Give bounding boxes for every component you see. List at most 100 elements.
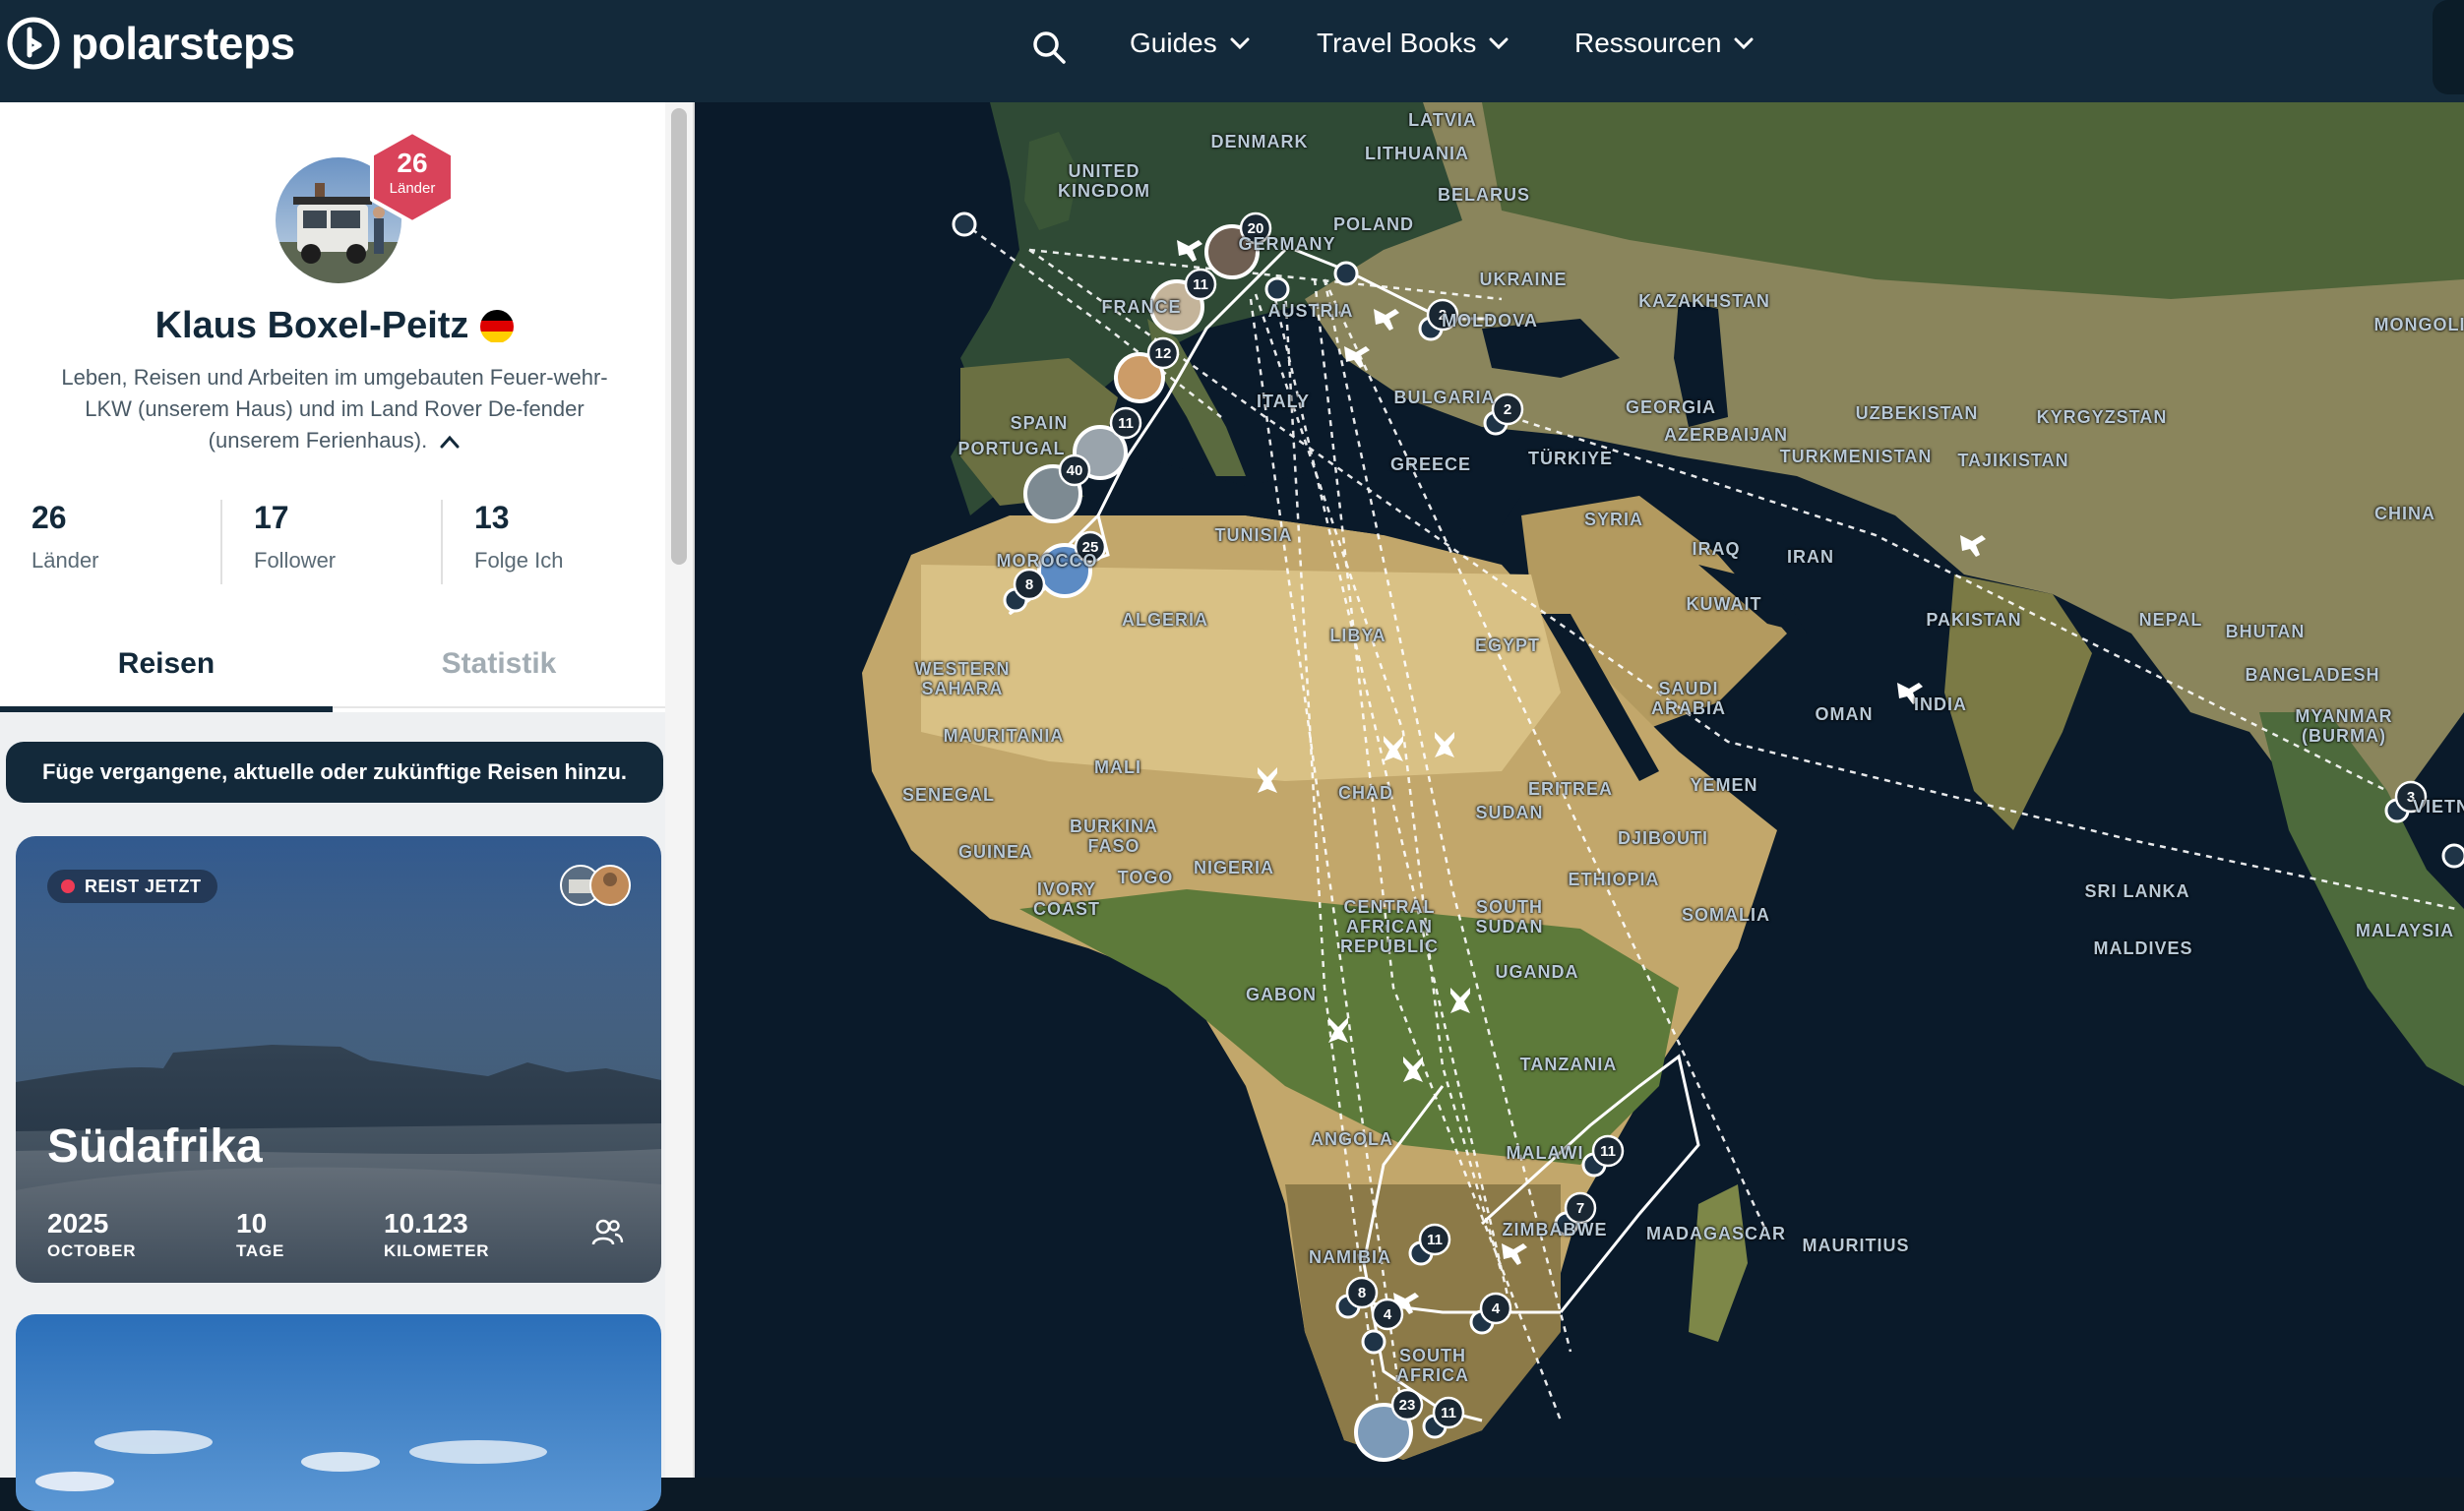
map-country-label: VIETNAM <box>2413 797 2464 816</box>
germany-flag-icon <box>480 310 514 343</box>
map-country-label: KAZAKHSTAN <box>1638 291 1770 311</box>
chevron-up-icon[interactable] <box>439 434 461 450</box>
nav-guides-label: Guides <box>1130 28 1217 59</box>
add-trip-button[interactable]: Füge vergangene, aktuelle oder zukünftig… <box>6 742 663 803</box>
map-country-label: NEPAL <box>2139 610 2203 630</box>
map-country-label: MAURITIUS <box>1803 1236 1910 1255</box>
trip-stat-distance-value: 10.123 <box>384 1208 489 1239</box>
map-country-label: SUDAN <box>1475 803 1543 822</box>
map-country-label: OMAN <box>1816 704 1874 724</box>
nav-ressourcen[interactable]: Ressourcen <box>1574 28 1755 59</box>
count-badge-label: 4 <box>1384 1306 1392 1323</box>
sidebar-scrollbar-thumb[interactable] <box>671 108 687 565</box>
count-badge-label: 11 <box>1600 1143 1616 1160</box>
map-country-label: WESTERNSAHARA <box>915 659 1011 698</box>
count-badge-label: 8 <box>1025 576 1033 593</box>
map-country-label: TUNISIA <box>1215 525 1293 545</box>
stat-followers-label: Follower <box>254 548 441 574</box>
count-badge-label: 11 <box>1427 1232 1443 1248</box>
map-country-label: TOGO <box>1118 868 1174 887</box>
countries-badge-label: Länder <box>366 180 459 197</box>
stat-following-value: 13 <box>474 500 661 536</box>
map-country-label: MADAGASCAR <box>1646 1224 1786 1243</box>
top-navbar: polarsteps Guides Travel Books Ressource… <box>0 0 2464 102</box>
tab-reisen[interactable]: Reisen <box>0 637 333 712</box>
map-country-label: UKRAINE <box>1479 270 1567 289</box>
polarsteps-logo[interactable]: polarsteps <box>6 16 295 71</box>
live-status-label: REIST JETZT <box>85 876 202 897</box>
map-country-label: UZBEKISTAN <box>1856 403 1979 423</box>
map-country-label: GREECE <box>1390 454 1471 474</box>
map-country-label: ZIMBABWE <box>1503 1220 1608 1239</box>
map-country-label: IRAQ <box>1693 539 1741 559</box>
map-country-label: MYANMAR(BURMA) <box>2295 706 2392 746</box>
map-country-label: AZERBAIJAN <box>1664 425 1788 445</box>
stat-following[interactable]: 13 Folge Ich <box>441 500 661 584</box>
nav-travel-books-label: Travel Books <box>1317 28 1476 59</box>
trip-stat-date-value: 2025 <box>47 1208 136 1239</box>
map-country-label: KUWAIT <box>1687 594 1762 614</box>
stat-countries-value: 26 <box>31 500 220 536</box>
chevron-down-icon <box>1488 32 1509 54</box>
map-country-label: MONGOLIA <box>2374 315 2464 334</box>
location-pin <box>2443 845 2464 867</box>
polarsteps-wordmark: polarsteps <box>71 17 295 70</box>
count-badge-label: 7 <box>1576 1200 1584 1217</box>
count-badge-label: 12 <box>1155 345 1172 362</box>
account-menu[interactable] <box>2433 0 2464 94</box>
stat-followers[interactable]: 17 Follower <box>220 500 441 584</box>
map-country-label: TANZANIA <box>1520 1055 1618 1074</box>
stat-followers-value: 17 <box>254 500 441 536</box>
trip-card-image-2[interactable] <box>16 1314 661 1511</box>
map-country-label: YEMEN <box>1690 775 1757 795</box>
map-country-label: SENEGAL <box>902 785 995 805</box>
map-country-label: BELARUS <box>1438 185 1530 205</box>
map-country-label: GABON <box>1246 985 1317 1004</box>
map-country-label: POLAND <box>1333 214 1414 234</box>
profile-name-row: Klaus Boxel-Peitz <box>0 305 669 347</box>
location-pin <box>1363 1331 1385 1353</box>
location-pin <box>1335 263 1357 284</box>
map-country-label: IVORYCOAST <box>1033 879 1100 919</box>
map-country-label: TÜRKIYE <box>1528 449 1613 468</box>
map-country-label: KYRGYZSTAN <box>2037 407 2168 427</box>
nav-travel-books[interactable]: Travel Books <box>1317 28 1509 59</box>
stat-countries[interactable]: 26 Länder <box>0 500 220 584</box>
map-country-label: ITALY <box>1257 392 1310 411</box>
trip-stat-distance-label: KILOMETER <box>384 1241 489 1261</box>
map-country-label: SRI LANKA <box>2085 881 2190 901</box>
map-country-label: INDIA <box>1914 695 1967 714</box>
chevron-down-icon <box>1229 32 1251 54</box>
map-country-label: GUINEA <box>958 842 1033 862</box>
travel-companions-icon[interactable] <box>590 1216 624 1249</box>
map-country-label: EGYPT <box>1475 635 1540 655</box>
map-country-label: ETHIOPIA <box>1568 870 1659 889</box>
map-country-label: MOROCCO <box>997 551 1098 571</box>
nav-guides[interactable]: Guides <box>1130 28 1251 59</box>
profile-stats: 26 Länder 17 Follower 13 Folge Ich <box>0 500 669 584</box>
map-country-label: MALDIVES <box>2093 938 2192 958</box>
map-country-label: GERMANY <box>1238 234 1335 254</box>
search-icon[interactable] <box>1029 28 1069 67</box>
map-country-label: UGANDA <box>1496 962 1579 982</box>
map-country-label: BULGARIA <box>1394 388 1496 407</box>
map-country-label: MALAWI <box>1507 1143 1584 1163</box>
live-dot-icon <box>61 879 75 893</box>
map-country-label: LIBYA <box>1329 626 1386 645</box>
tab-statistik[interactable]: Statistik <box>333 637 665 712</box>
map-country-label: LITHUANIA <box>1365 144 1469 163</box>
map-country-label: CHINA <box>2374 504 2435 523</box>
map-country-label: FRANCE <box>1102 297 1182 317</box>
map-country-label: MOLDOVA <box>1442 311 1538 331</box>
map-country-label: SOUTHSUDAN <box>1475 897 1543 937</box>
map-country-label: SAUDIARABIA <box>1651 679 1726 718</box>
map-country-label: ANGOLA <box>1311 1129 1393 1149</box>
profile-tabs: Reisen Statistik <box>0 637 665 712</box>
map-country-label: LATVIA <box>1408 110 1477 130</box>
stat-countries-label: Länder <box>31 548 220 574</box>
map-country-label: AUSTRIA <box>1268 301 1354 321</box>
map-country-label: PAKISTAN <box>1926 610 2021 630</box>
trip-stat-date-label: OCTOBER <box>47 1241 136 1261</box>
map-country-label: IRAN <box>1787 547 1834 567</box>
count-badge-label: 23 <box>1399 1397 1416 1414</box>
